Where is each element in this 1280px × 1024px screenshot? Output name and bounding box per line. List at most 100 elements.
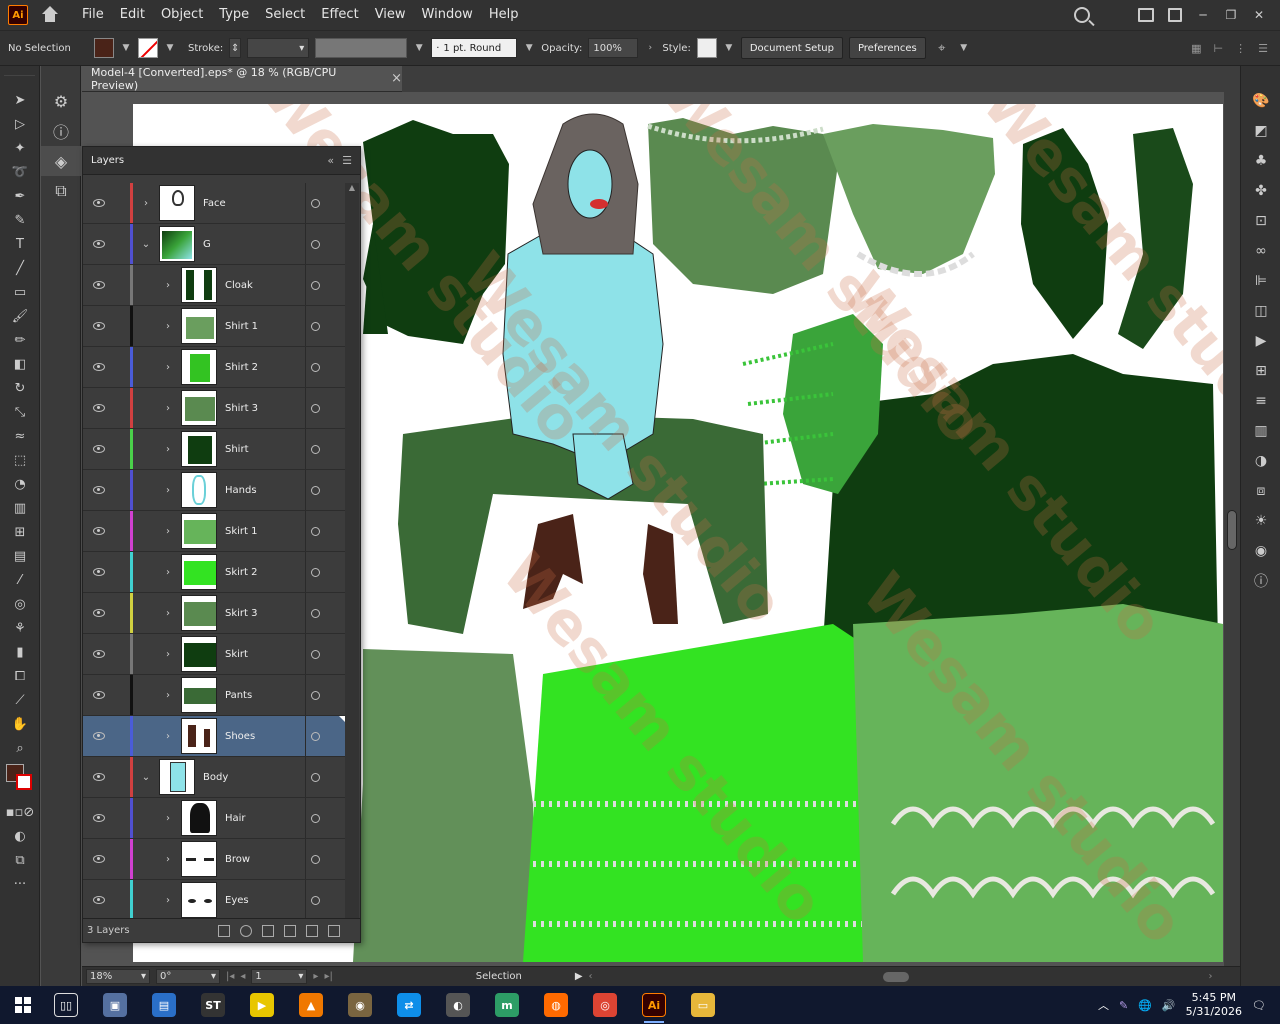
zoom-tool-icon[interactable]: ⌕ (0, 736, 40, 760)
layer-row-shoes[interactable]: › Shoes (83, 716, 345, 757)
stroke-panel-icon[interactable]: ≡ (1241, 386, 1280, 416)
mesh-tool-icon[interactable]: ⊞ (0, 520, 40, 544)
graphic-style-swatch[interactable] (696, 38, 717, 58)
eraser-tool-icon[interactable]: ◧ (0, 352, 40, 376)
chevron-right-icon[interactable]: › (163, 567, 173, 578)
target-circle-icon[interactable] (311, 280, 320, 290)
brush-profile-field[interactable]: · 1 pt. Round (431, 38, 518, 58)
drawing-modes-icon[interactable]: ◐ (0, 824, 40, 848)
stroke-stepper[interactable]: ⇕ (229, 38, 242, 58)
preferences-button[interactable]: Preferences (848, 37, 926, 59)
stroke-swatch[interactable] (138, 38, 158, 58)
visibility-eye-icon[interactable] (93, 855, 105, 863)
target-circle-icon[interactable] (311, 895, 320, 905)
align-icon[interactable]: ▦ (1191, 42, 1201, 55)
canvas-horizontal-scrollbar[interactable] (603, 971, 1203, 983)
zoom-dropdown-icon[interactable]: ▾ (141, 971, 146, 982)
make-clipping-mask-icon[interactable] (262, 924, 274, 937)
last-artboard-icon[interactable]: ▸| (324, 971, 332, 982)
opacity-dropdown-icon[interactable]: › (644, 38, 656, 58)
explorer-app[interactable]: ▭ (683, 986, 723, 1024)
target-circle-icon[interactable] (311, 485, 320, 495)
layer-row-pants[interactable]: › Pants (83, 675, 345, 716)
control-menu-icon[interactable]: ☰ (1258, 42, 1268, 55)
visibility-eye-icon[interactable] (93, 445, 105, 453)
magic-wand-tool-icon[interactable]: ✦ (0, 136, 40, 160)
artboards-panel-icon[interactable]: ⧉ (41, 176, 81, 206)
layer-row-hands[interactable]: › Hands (83, 470, 345, 511)
column-graph-tool-icon[interactable]: ▮ (0, 640, 40, 664)
chevron-right-icon[interactable]: › (141, 198, 151, 209)
fill-dropdown-icon[interactable]: ▼ (120, 38, 132, 58)
layer-row-skirt-2[interactable]: › Skirt 2 (83, 552, 345, 593)
start-button[interactable] (0, 986, 46, 1024)
visibility-eye-icon[interactable] (93, 896, 105, 904)
chevron-right-icon[interactable]: › (163, 854, 173, 865)
chevron-right-icon[interactable]: › (163, 690, 173, 701)
transform-icon[interactable]: ⊢ (1214, 42, 1224, 55)
opacity-field[interactable]: 100% (588, 38, 639, 58)
color-modes-icon[interactable]: ▪▫⊘ (0, 800, 40, 824)
free-transform-tool-icon[interactable]: ⬚ (0, 448, 40, 472)
visibility-eye-icon[interactable] (93, 322, 105, 330)
blend-tool-icon[interactable]: ◎ (0, 592, 40, 616)
color-panel-icon[interactable]: 🎨 (1241, 86, 1280, 116)
collapse-panel-icon[interactable]: « (327, 154, 334, 167)
locate-object-icon[interactable] (240, 924, 252, 937)
status-menu-icon[interactable]: ▶ (575, 971, 583, 982)
panel-menu-icon[interactable]: ☰ (342, 154, 352, 167)
shaper-tool-icon[interactable]: ✏ (0, 328, 40, 352)
notifications-icon[interactable]: 🗨 (1252, 999, 1266, 1012)
arrange-dropdown-icon[interactable]: ▼ (958, 38, 970, 58)
chrome-app[interactable]: ◎ (585, 986, 625, 1024)
scale-tool-icon[interactable]: ⤡ (0, 400, 40, 424)
direct-selection-tool-icon[interactable]: ▷ (0, 112, 40, 136)
layer-row-eyes[interactable]: › Eyes (83, 880, 345, 919)
target-circle-icon[interactable] (311, 649, 320, 659)
new-layer-icon[interactable] (306, 924, 318, 937)
menu-effect[interactable]: Effect (313, 0, 366, 30)
chevron-right-icon[interactable]: › (163, 280, 173, 291)
fill-swatch[interactable] (94, 38, 114, 58)
layer-row-face[interactable]: › Face (83, 183, 345, 224)
selection-tool-icon[interactable]: ➤ (0, 88, 40, 112)
stroke-color-icon[interactable] (16, 774, 32, 790)
menu-type[interactable]: Type (211, 0, 257, 30)
style-dropdown-icon[interactable]: ▼ (723, 38, 735, 58)
lasso-tool-icon[interactable]: ➰ (0, 160, 40, 184)
close-window-button[interactable]: ✕ (1252, 9, 1266, 21)
layer-row-shirt[interactable]: › Shirt (83, 429, 345, 470)
layers-scrollbar[interactable]: ▲ (345, 183, 359, 919)
curvature-tool-icon[interactable]: ✎ (0, 208, 40, 232)
align-panel-icon[interactable]: ⊫ (1241, 266, 1280, 296)
previous-artboard-icon[interactable]: ◂ (240, 971, 245, 982)
visibility-eye-icon[interactable] (93, 240, 105, 248)
chevron-right-icon[interactable]: › (163, 362, 173, 373)
search-icon[interactable] (1074, 7, 1090, 23)
stroke-weight-field[interactable]: ▾ (247, 38, 310, 58)
gimp-app[interactable]: ◉ (340, 986, 380, 1024)
target-circle-icon[interactable] (311, 608, 320, 618)
pen-tool-icon[interactable]: ✒ (0, 184, 40, 208)
chevron-right-icon[interactable]: › (163, 731, 173, 742)
layer-row-shirt-1[interactable]: › Shirt 1 (83, 306, 345, 347)
volume-icon[interactable]: 🔊 (1162, 999, 1176, 1012)
actions-icon[interactable]: ▶ (1241, 326, 1280, 356)
warp-tool-icon[interactable]: ≈ (0, 424, 40, 448)
chevron-right-icon[interactable]: › (163, 895, 173, 906)
brushes-icon[interactable]: ✤ (1241, 176, 1280, 206)
rectangle-tool-icon[interactable]: ▭ (0, 280, 40, 304)
layer-row-g[interactable]: ⌄ G (83, 224, 345, 265)
variable-width-dropdown-icon[interactable]: ▼ (413, 38, 425, 58)
symbol-sprayer-tool-icon[interactable]: ⚘ (0, 616, 40, 640)
target-circle-icon[interactable] (311, 321, 320, 331)
arrange-documents-icon[interactable] (1138, 8, 1154, 22)
visibility-eye-icon[interactable] (93, 363, 105, 371)
hscroll-right-icon[interactable]: › (1209, 971, 1213, 982)
info-panel-icon[interactable]: ⓘ (41, 116, 81, 146)
menu-window[interactable]: Window (414, 0, 481, 30)
target-circle-icon[interactable] (311, 403, 320, 413)
slice-tool-icon[interactable]: ⟋ (0, 688, 40, 712)
edit-toolbar-icon[interactable]: ··· (0, 872, 40, 896)
hscroll-thumb[interactable] (882, 971, 909, 982)
